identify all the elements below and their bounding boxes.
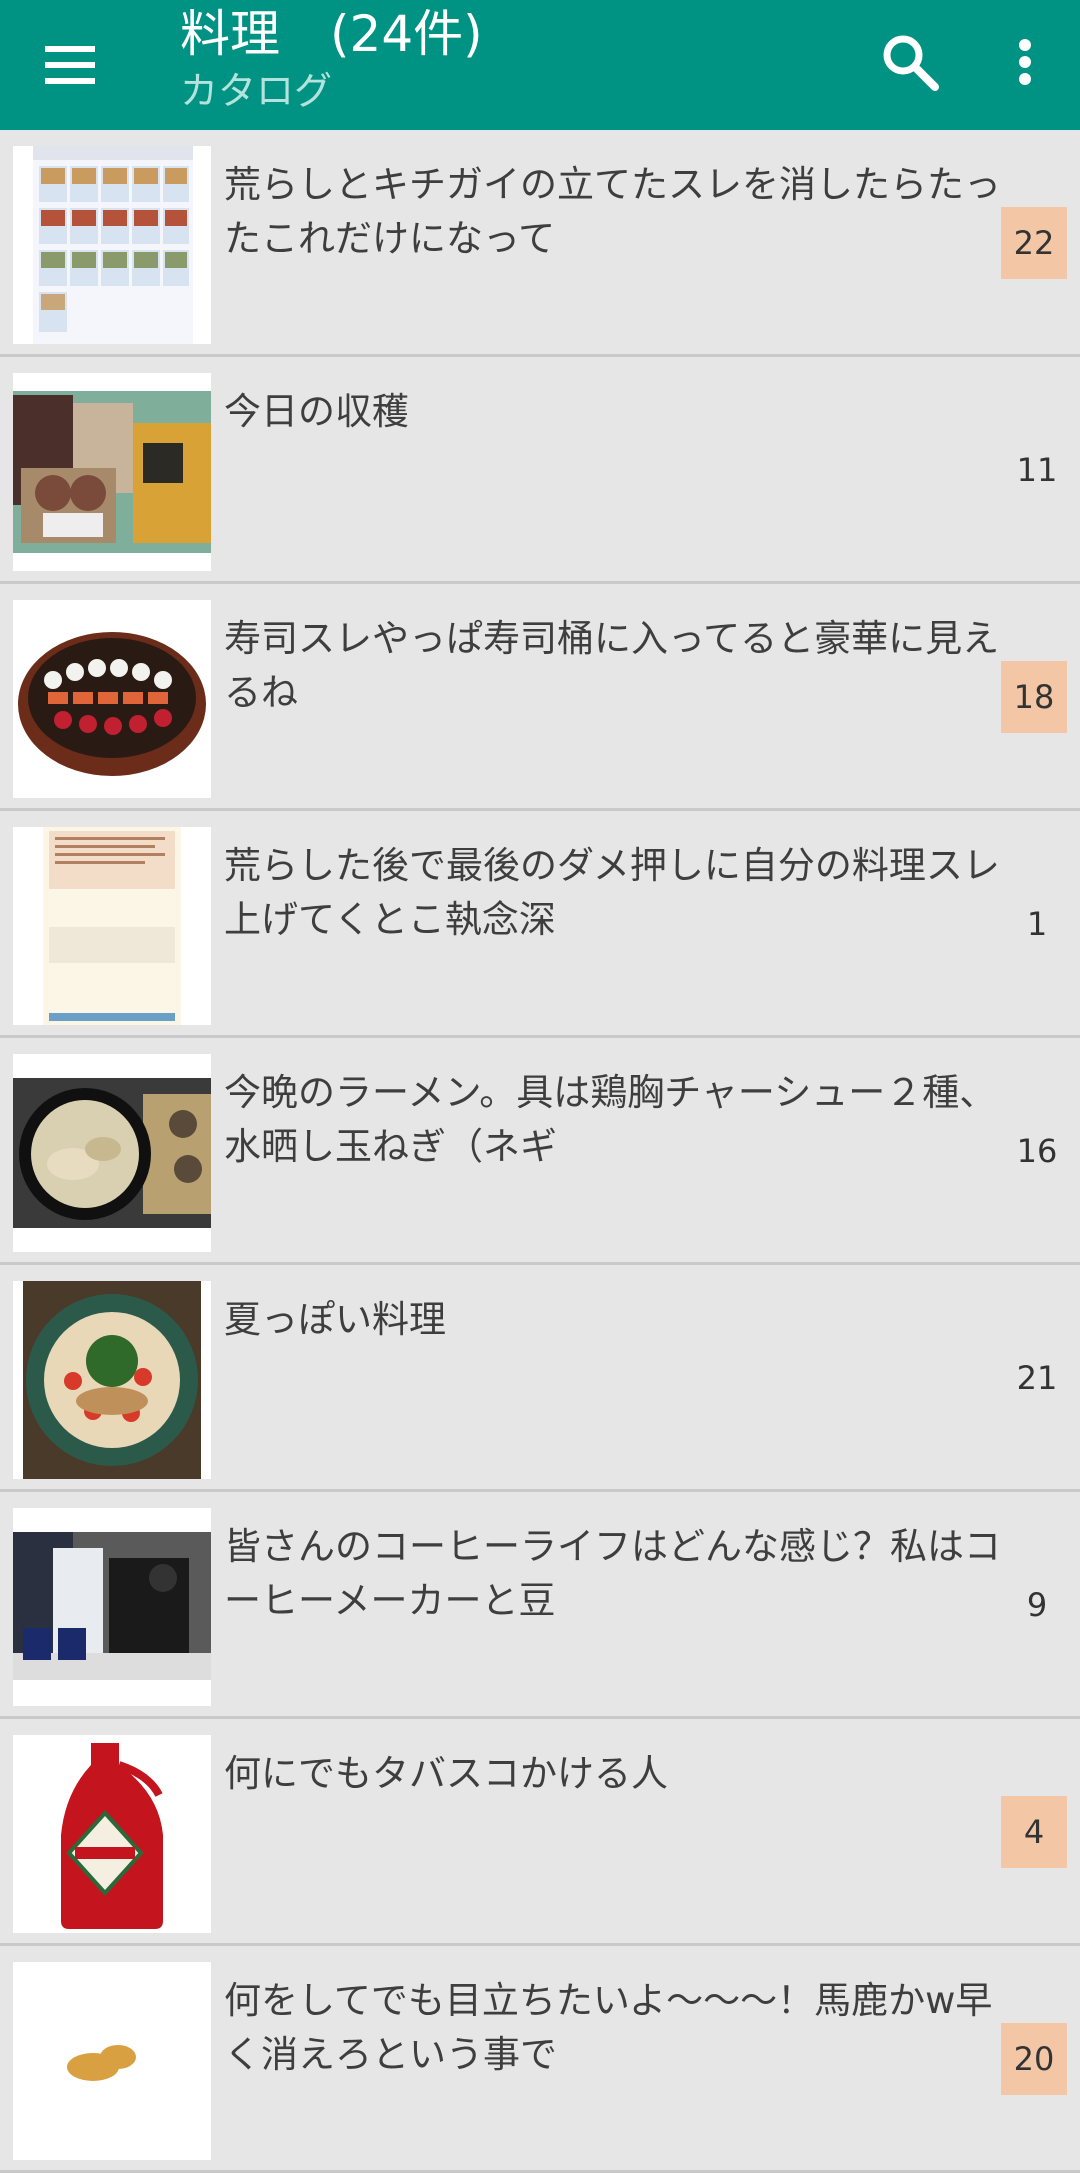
thread-row[interactable]: 何にでもタバスコかける人 4 (0, 1719, 1080, 1946)
thread-thumbnail (13, 1054, 211, 1252)
thread-title: 荒らしとキチガイの立てたスレを消したらたったこれだけになって (224, 163, 1001, 260)
thread-thumbnail (13, 1508, 211, 1706)
thread-title: 皆さんのコーヒーライフはどんな感じ？私はコーヒーメーカーと豆 (224, 1525, 1001, 1622)
search-icon (883, 35, 939, 91)
thread-thumbnail (13, 1735, 211, 1933)
thread-thumbnail (13, 1281, 211, 1479)
thread-row[interactable]: 夏っぽい料理 21 (0, 1265, 1080, 1492)
thread-row[interactable]: 荒らした後で最後のダメ押しに自分の料理スレ上げてくとこ執念深 1 (0, 811, 1080, 1038)
reply-count: 20 (1001, 2023, 1067, 2095)
thread-row[interactable]: 皆さんのコーヒーライフはどんな感じ？私はコーヒーメーカーと豆 9 (0, 1492, 1080, 1719)
thread-title: 寿司スレやっぱ寿司桶に入ってると豪華に見えるね (224, 617, 1000, 714)
thread-thumbnail (13, 1962, 211, 2160)
thread-title: 荒らした後で最後のダメ押しに自分の料理スレ上げてくとこ執念深 (224, 844, 1000, 941)
thread-thumbnail (13, 827, 211, 1025)
thread-row[interactable]: 荒らしとキチガイの立てたスレを消したらたったこれだけになって 22 (0, 130, 1080, 357)
thread-title: 今日の収穫 (224, 390, 409, 433)
page-title: 料理 (24件) (180, 5, 483, 63)
page-subtitle: カタログ (180, 69, 333, 113)
reply-count: 22 (1001, 207, 1067, 279)
thread-thumbnail (13, 373, 211, 571)
thread-title: 何をしてでも目立ちたいよ〜〜〜！馬鹿かw早く消えろという事で (224, 1979, 993, 2076)
thread-title: 何にでもタバスコかける人 (224, 1752, 668, 1795)
thread-title: 今晩のラーメン。具は鶏胸チャーシュー２種、水晒し玉ねぎ（ネギ (224, 1071, 997, 1168)
reply-count: 4 (1001, 1796, 1067, 1868)
reply-count: 1 (1026, 905, 1048, 943)
reply-count: 21 (1016, 1359, 1058, 1397)
more-options-button[interactable] (990, 20, 1060, 104)
reply-count: 9 (1026, 1586, 1048, 1624)
thread-row[interactable]: 今晩のラーメン。具は鶏胸チャーシュー２種、水晒し玉ねぎ（ネギ 16 (0, 1038, 1080, 1265)
hamburger-icon (45, 46, 95, 84)
more-vert-icon (1019, 39, 1031, 85)
thread-title: 夏っぽい料理 (224, 1298, 446, 1341)
thread-list: 荒らしとキチガイの立てたスレを消したらたったこれだけになって 22 今日の収穫 … (0, 130, 1080, 2173)
reply-count: 18 (1001, 661, 1067, 733)
reply-count: 16 (1016, 1132, 1058, 1170)
app-bar: 料理 (24件) カタログ (0, 0, 1080, 130)
thread-row[interactable]: 寿司スレやっぱ寿司桶に入ってると豪華に見えるね 18 (0, 584, 1080, 811)
thread-thumbnail (13, 600, 211, 798)
search-button[interactable] (870, 20, 950, 104)
thread-thumbnail (13, 146, 211, 344)
thread-row[interactable]: 何をしてでも目立ちたいよ〜〜〜！馬鹿かw早く消えろという事で 20 (0, 1946, 1080, 2173)
thread-row[interactable]: 今日の収穫 11 (0, 357, 1080, 584)
menu-button[interactable] (26, 25, 114, 105)
reply-count: 11 (1016, 451, 1058, 489)
